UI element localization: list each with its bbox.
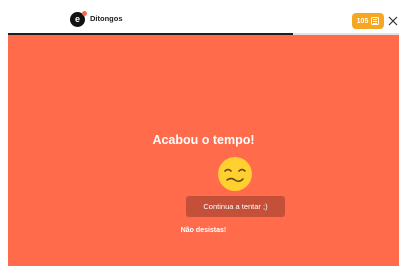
result-title: Acabou o tempo! (152, 133, 255, 147)
app-title: Ditongos (90, 14, 123, 23)
result-panel: Acabou o tempo! Continua a tentar ;) Não… (8, 35, 399, 266)
logo-dot (82, 11, 87, 16)
coins-value: 105 (356, 17, 369, 25)
close-button[interactable] (386, 14, 399, 27)
logo-letter: e (74, 14, 80, 24)
close-icon (388, 16, 397, 25)
retry-button[interactable]: Continua a tentar ;) (186, 196, 285, 217)
coins-badge: 105 (352, 13, 384, 29)
top-bar: e Ditongos 105 (0, 0, 410, 35)
encouragement-text: Não desistas! (180, 227, 227, 234)
smirk-face-icon (215, 155, 255, 197)
coin-stack-icon (371, 17, 380, 25)
app-logo: e (70, 11, 87, 27)
